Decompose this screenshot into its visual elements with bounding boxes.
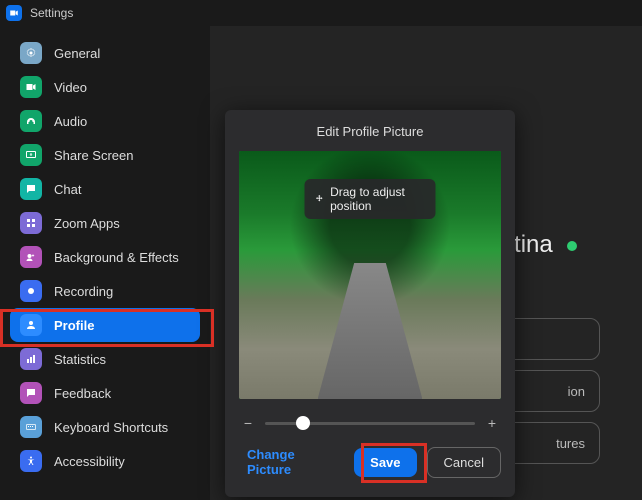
sidebar-item-label: Video — [54, 80, 87, 95]
sidebar-item-label: Audio — [54, 114, 87, 129]
zoom-slider-thumb[interactable] — [296, 416, 310, 430]
sidebar-item-label: Recording — [54, 284, 113, 299]
sidebar-item-label: Accessibility — [54, 454, 125, 469]
zoom-in-button[interactable]: + — [485, 415, 499, 431]
video-icon — [20, 76, 42, 98]
sidebar-item-general[interactable]: General — [10, 36, 200, 70]
statistics-icon — [20, 348, 42, 370]
sidebar-item-label: Zoom Apps — [54, 216, 120, 231]
titlebar: Settings — [0, 0, 642, 26]
chat-icon — [20, 178, 42, 200]
sidebar-item-label: Statistics — [54, 352, 106, 367]
sidebar-item-label: Chat — [54, 182, 81, 197]
profile-picture-preview[interactable]: Drag to adjust position — [239, 151, 501, 399]
sidebar-item-label: Feedback — [54, 386, 111, 401]
modal-title: Edit Profile Picture — [239, 124, 501, 139]
sidebar-item-feedback[interactable]: Feedback — [10, 376, 200, 410]
sidebar-item-statistics[interactable]: Statistics — [10, 342, 200, 376]
sidebar-item-zoom-apps[interactable]: Zoom Apps — [10, 206, 200, 240]
sidebar-item-accessibility[interactable]: Accessibility — [10, 444, 200, 478]
change-picture-button[interactable]: Change Picture — [243, 441, 334, 483]
profile-icon — [20, 314, 42, 336]
sidebar-item-label: Background & Effects — [54, 250, 179, 265]
apps-icon — [20, 212, 42, 234]
sidebar-item-background-effects[interactable]: Background & Effects — [10, 240, 200, 274]
gear-icon — [20, 42, 42, 64]
settings-sidebar: General Video Audio Share Screen Chat Zo… — [0, 26, 210, 500]
sidebar-item-label: General — [54, 46, 100, 61]
drag-tooltip: Drag to adjust position — [305, 179, 436, 219]
app-icon — [6, 5, 22, 21]
window-title: Settings — [30, 6, 73, 20]
zoom-slider: − + — [241, 415, 499, 431]
sidebar-item-audio[interactable]: Audio — [10, 104, 200, 138]
sidebar-item-video[interactable]: Video — [10, 70, 200, 104]
sidebar-item-keyboard-shortcuts[interactable]: Keyboard Shortcuts — [10, 410, 200, 444]
sidebar-item-chat[interactable]: Chat — [10, 172, 200, 206]
sidebar-item-label: Profile — [54, 318, 94, 333]
presence-status-dot — [567, 241, 577, 251]
zoom-slider-track[interactable] — [265, 422, 475, 425]
move-icon — [315, 193, 325, 205]
cancel-button[interactable]: Cancel — [427, 447, 501, 478]
share-screen-icon — [20, 144, 42, 166]
edit-profile-picture-modal: Edit Profile Picture Drag to adjust posi… — [225, 110, 515, 497]
sidebar-item-recording[interactable]: Recording — [10, 274, 200, 308]
recording-icon — [20, 280, 42, 302]
sidebar-item-share-screen[interactable]: Share Screen — [10, 138, 200, 172]
headphones-icon — [20, 110, 42, 132]
zoom-out-button[interactable]: − — [241, 415, 255, 431]
feedback-icon — [20, 382, 42, 404]
sidebar-item-label: Share Screen — [54, 148, 134, 163]
sidebar-item-label: Keyboard Shortcuts — [54, 420, 168, 435]
sidebar-item-profile[interactable]: Profile — [10, 308, 200, 342]
keyboard-icon — [20, 416, 42, 438]
save-button[interactable]: Save — [354, 448, 416, 477]
effects-icon — [20, 246, 42, 268]
accessibility-icon — [20, 450, 42, 472]
